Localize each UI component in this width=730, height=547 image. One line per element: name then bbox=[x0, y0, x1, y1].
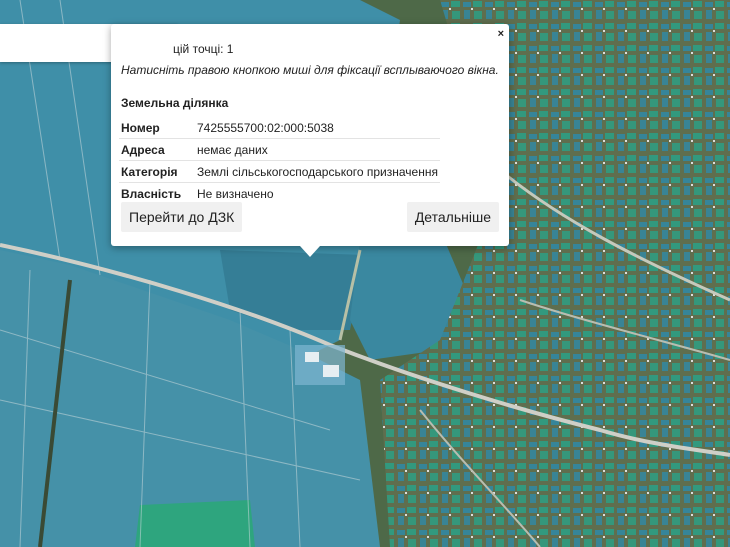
attr-value: немає даних bbox=[195, 138, 440, 161]
close-button[interactable]: × bbox=[498, 28, 504, 40]
attr-value: Не визначено bbox=[197, 186, 274, 201]
table-row: Номер 7425555700:02:000:5038 bbox=[119, 117, 440, 139]
feature-count: цій точці: 1 bbox=[173, 42, 234, 56]
attributes-table: Номер 7425555700:02:000:5038 Адреса нема… bbox=[119, 117, 440, 204]
go-to-dzk-button[interactable]: Перейти до ДЗК bbox=[121, 202, 243, 232]
attr-value: Землі сільськогосподарського призначення bbox=[195, 160, 440, 183]
attr-key: Адреса bbox=[119, 138, 195, 161]
attr-key: Власність bbox=[121, 186, 182, 201]
popup-title: Земельна ділянка bbox=[121, 96, 229, 110]
attr-key: Категорія bbox=[119, 160, 195, 183]
table-row: Категорія Землі сільськогосподарського п… bbox=[119, 160, 440, 183]
table-row: Власність Не визначено bbox=[119, 183, 440, 205]
table-row: Адреса немає даних bbox=[119, 138, 440, 161]
popup-pointer bbox=[300, 246, 320, 257]
popup-hint: Натисніть правою кнопкою миші для фіксац… bbox=[121, 63, 499, 77]
parcel-popup: × цій точці: 1 Натисніть правою кнопкою … bbox=[111, 24, 509, 257]
attr-key: Номер bbox=[119, 117, 195, 139]
attr-value: 7425555700:02:000:5038 bbox=[195, 117, 440, 139]
details-button[interactable]: Детальніше bbox=[406, 202, 499, 232]
